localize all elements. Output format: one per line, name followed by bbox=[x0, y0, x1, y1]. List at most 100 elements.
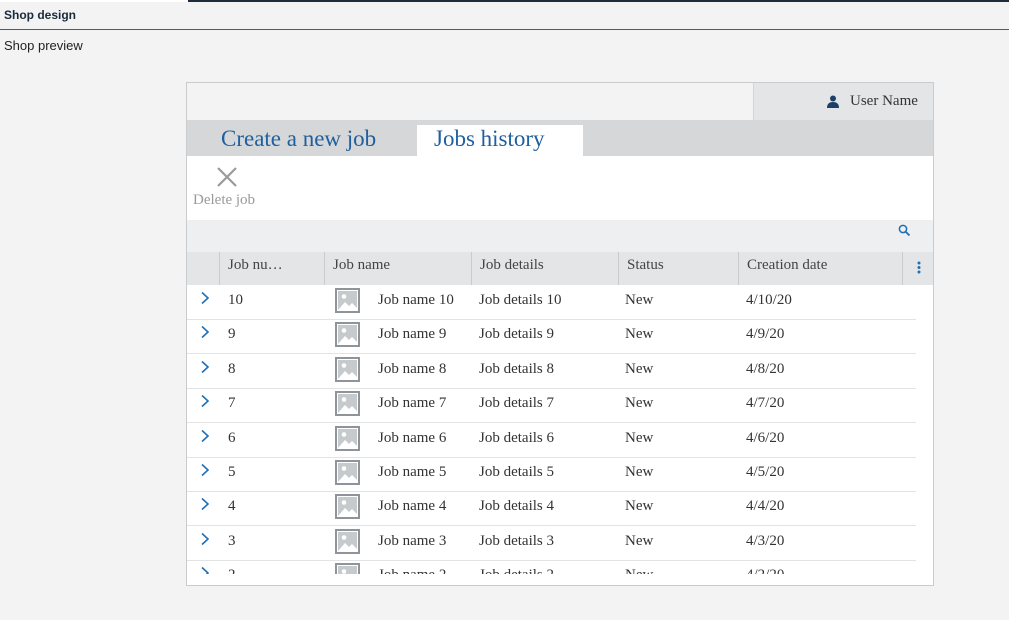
image-placeholder-icon bbox=[335, 494, 360, 520]
job-name-cell: Job name 6 bbox=[378, 429, 447, 446]
job-details-cell: Job details 8 bbox=[479, 360, 554, 377]
kebab-icon bbox=[917, 261, 921, 274]
table-row[interactable]: 8 Job name 8 Job details 8 New 4/8/20 bbox=[187, 354, 916, 389]
chevron-right-icon[interactable] bbox=[199, 497, 211, 511]
table-body: 10 Job name 10 Job details 10 New 4/10/20 9 Jo… bbox=[187, 285, 933, 574]
title-divider bbox=[0, 29, 1009, 30]
job-details-cell: Job details 3 bbox=[479, 532, 554, 549]
shop-preview-frame: User Name Create a new job Jobs history … bbox=[186, 82, 934, 586]
status-cell: New bbox=[625, 360, 654, 377]
close-icon bbox=[217, 167, 237, 187]
top-accent-highlight bbox=[0, 0, 188, 2]
job-number-cell: 3 bbox=[228, 532, 236, 549]
creation-date-cell: 4/10/20 bbox=[746, 292, 792, 308]
status-cell: New bbox=[625, 429, 654, 446]
column-header-job-number[interactable]: Job nu… bbox=[219, 252, 324, 285]
creation-date-cell: 4/7/20 bbox=[746, 395, 785, 412]
status-cell: New bbox=[625, 464, 654, 480]
job-details-cell: Job details 2 bbox=[479, 567, 554, 574]
status-cell: New bbox=[625, 498, 654, 515]
delete-job-button[interactable]: Delete job bbox=[193, 164, 263, 214]
table-header: Job nu… Job name Job details Status Crea… bbox=[187, 252, 933, 285]
chevron-right-icon[interactable] bbox=[199, 429, 211, 443]
image-placeholder-icon bbox=[335, 460, 360, 485]
column-menu-button[interactable] bbox=[902, 252, 933, 285]
table-row[interactable]: 3 Job name 3 Job details 3 New 4/3/20 bbox=[187, 526, 916, 561]
image-placeholder-icon bbox=[335, 425, 360, 451]
status-cell: New bbox=[625, 292, 654, 308]
image-placeholder-icon bbox=[335, 322, 360, 348]
table-row[interactable]: 7 Job name 7 Job details 7 New 4/7/20 bbox=[187, 388, 916, 424]
job-details-cell: Job details 4 bbox=[479, 498, 554, 515]
image-placeholder-icon bbox=[335, 563, 360, 574]
job-name-cell: Job name 7 bbox=[378, 395, 447, 412]
creation-date-cell: 4/6/20 bbox=[746, 429, 785, 446]
user-menu[interactable]: User Name bbox=[753, 83, 933, 120]
job-name-cell: Job name 2 bbox=[378, 567, 446, 574]
table-row[interactable]: 2 Job name 2 Job details 2 New 4/2/20 bbox=[187, 560, 916, 574]
job-name-cell: Job name 5 bbox=[378, 464, 447, 480]
column-header-status[interactable]: Status bbox=[618, 252, 738, 285]
job-number-cell: 4 bbox=[228, 498, 236, 515]
search-bar bbox=[187, 220, 933, 252]
chevron-right-icon[interactable] bbox=[199, 394, 211, 408]
top-accent-bar bbox=[0, 0, 1009, 2]
app-title: Shop design bbox=[4, 8, 76, 22]
job-number-cell: 9 bbox=[228, 326, 236, 343]
status-cell: New bbox=[625, 395, 654, 412]
job-number-cell: 5 bbox=[228, 464, 236, 480]
creation-date-cell: 4/2/20 bbox=[746, 567, 784, 574]
chevron-right-icon[interactable] bbox=[199, 291, 211, 305]
status-cell: New bbox=[625, 532, 654, 549]
creation-date-cell: 4/9/20 bbox=[746, 326, 785, 343]
chevron-right-icon[interactable] bbox=[199, 532, 211, 546]
job-details-cell: Job details 10 bbox=[479, 292, 562, 308]
chevron-right-icon[interactable] bbox=[199, 566, 211, 574]
job-name-cell: Job name 10 bbox=[378, 292, 454, 308]
column-header-creation-date[interactable]: Creation date bbox=[738, 252, 903, 285]
chevron-right-icon[interactable] bbox=[199, 463, 211, 477]
job-number-cell: 7 bbox=[228, 395, 236, 412]
image-placeholder-icon bbox=[335, 356, 360, 382]
job-name-cell: Job name 9 bbox=[378, 326, 447, 343]
user-bar: User Name bbox=[187, 83, 933, 120]
job-name-cell: Job name 8 bbox=[378, 360, 447, 377]
table-row[interactable]: 5 Job name 5 Job details 5 New 4/5/20 bbox=[187, 457, 916, 492]
job-details-cell: Job details 6 bbox=[479, 429, 554, 446]
status-cell: New bbox=[625, 567, 653, 574]
image-placeholder-icon bbox=[335, 528, 360, 554]
tab-create-new-job[interactable]: Create a new job bbox=[221, 126, 376, 157]
tab-jobs-history[interactable]: Jobs history bbox=[417, 125, 583, 156]
chevron-right-icon[interactable] bbox=[199, 325, 211, 339]
creation-date-cell: 4/3/20 bbox=[746, 532, 785, 549]
chevron-right-icon[interactable] bbox=[199, 360, 211, 374]
job-details-cell: Job details 9 bbox=[479, 326, 554, 343]
table-row[interactable]: 10 Job name 10 Job details 10 New 4/10/20 bbox=[187, 285, 916, 320]
toolbar: Delete job bbox=[187, 156, 933, 220]
user-icon bbox=[827, 95, 839, 108]
preview-label: Shop preview bbox=[4, 38, 83, 53]
job-details-cell: Job details 7 bbox=[479, 395, 554, 412]
image-placeholder-icon bbox=[335, 391, 360, 417]
creation-date-cell: 4/5/20 bbox=[746, 464, 785, 480]
creation-date-cell: 4/4/20 bbox=[746, 498, 785, 515]
table-row[interactable]: 4 Job name 4 Job details 4 New 4/4/20 bbox=[187, 491, 916, 527]
status-cell: New bbox=[625, 326, 654, 343]
job-name-cell: Job name 4 bbox=[378, 498, 447, 515]
user-name: User Name bbox=[850, 93, 918, 109]
table-row[interactable]: 6 Job name 6 Job details 6 New 4/6/20 bbox=[187, 423, 916, 458]
job-name-cell: Job name 3 bbox=[378, 532, 447, 549]
job-number-cell: 6 bbox=[228, 429, 236, 446]
column-header-job-details[interactable]: Job details bbox=[471, 252, 619, 285]
job-number-cell: 2 bbox=[228, 567, 236, 574]
creation-date-cell: 4/8/20 bbox=[746, 360, 785, 377]
table-row[interactable]: 9 Job name 9 Job details 9 New 4/9/20 bbox=[187, 319, 916, 355]
job-number-cell: 10 bbox=[228, 292, 243, 308]
job-details-cell: Job details 5 bbox=[479, 464, 554, 480]
tab-jobs-history-label: Jobs history bbox=[434, 126, 545, 151]
image-placeholder-icon bbox=[335, 288, 360, 313]
column-header-job-name[interactable]: Job name bbox=[324, 252, 471, 285]
job-number-cell: 8 bbox=[228, 360, 236, 377]
search-icon[interactable] bbox=[898, 224, 912, 238]
delete-job-label: Delete job bbox=[193, 192, 256, 208]
